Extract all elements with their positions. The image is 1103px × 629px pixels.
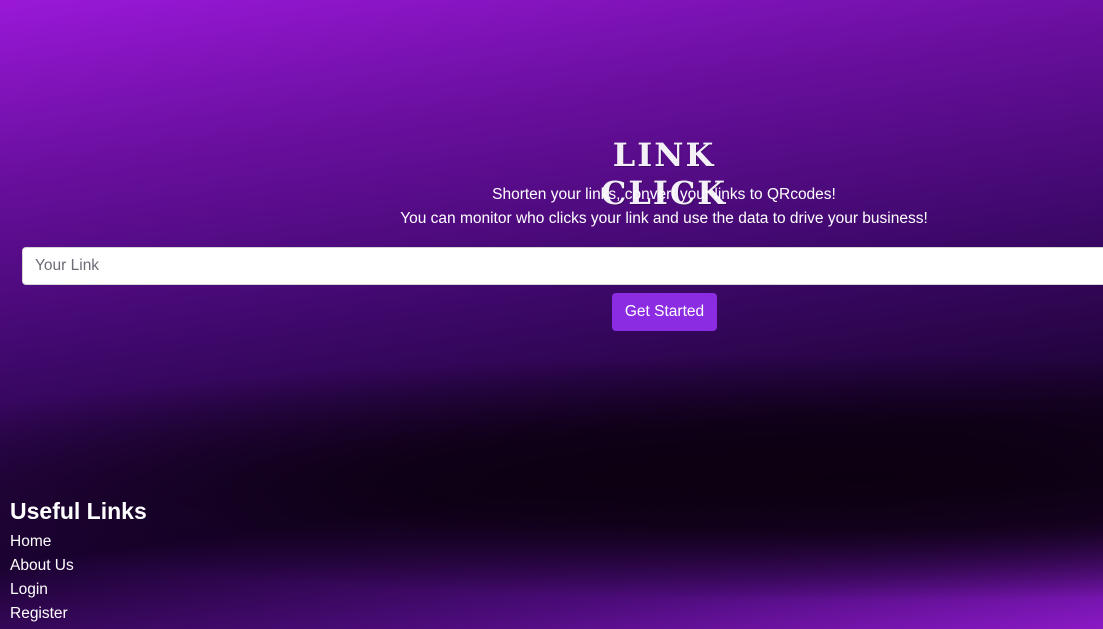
footer-item-login: Login <box>10 578 147 602</box>
footer-useful-links: Useful Links Home About Us Login Registe… <box>10 496 147 626</box>
hero-section: LINK CLICK Shorten your links, convert y… <box>0 0 1103 480</box>
footer-link-login[interactable]: Login <box>10 581 48 598</box>
footer-item-about-us: About Us <box>10 554 147 578</box>
footer-item-home: Home <box>10 530 147 554</box>
footer-link-about-us[interactable]: About Us <box>10 557 74 574</box>
footer-link-home[interactable]: Home <box>10 533 51 550</box>
footer-title: Useful Links <box>10 498 147 524</box>
tagline-line-1: Shorten your links, convert your links t… <box>492 186 836 203</box>
footer-item-register: Register <box>10 602 147 626</box>
footer-link-register[interactable]: Register <box>10 605 68 622</box>
tagline-line-2: You can monitor who clicks your link and… <box>400 210 928 227</box>
get-started-button[interactable]: Get Started <box>612 293 717 331</box>
link-input[interactable] <box>22 247 1103 285</box>
footer-link-list: Home About Us Login Register <box>10 530 147 626</box>
